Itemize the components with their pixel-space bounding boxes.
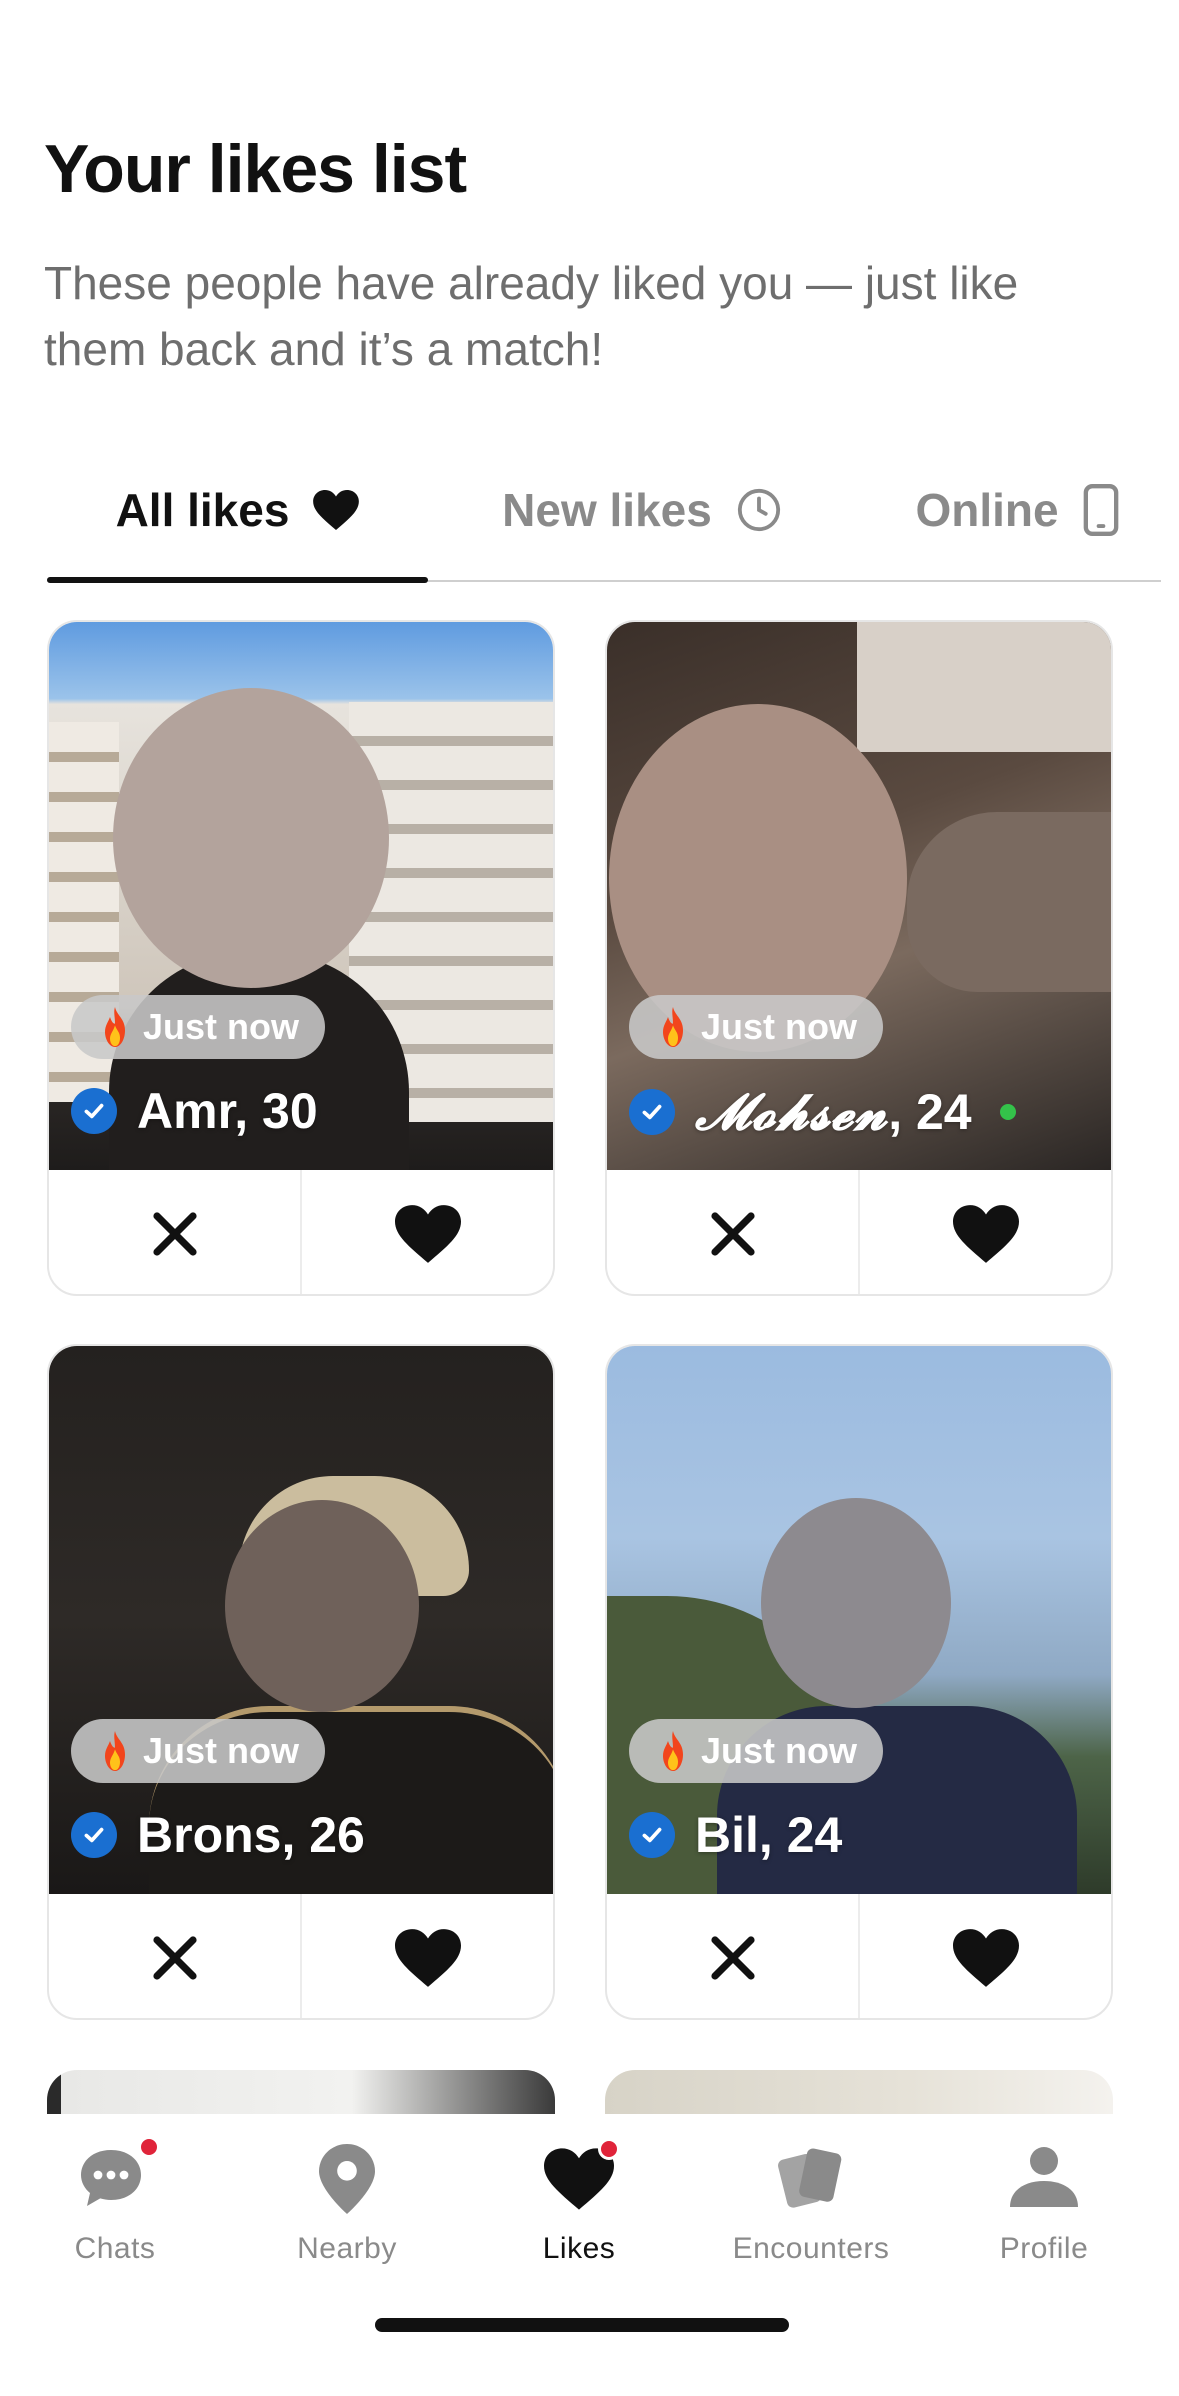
chat-bubbles-icon	[70, 2134, 160, 2224]
like-back-button[interactable]	[300, 1894, 553, 2018]
just-now-badge: Just now	[71, 995, 326, 1059]
bottom-nav: Chats Nearby Likes Encounters Profile	[0, 2114, 1179, 2396]
profile-name-row: Bil, 24	[629, 1806, 842, 1864]
tab-online-label: Online	[915, 484, 1059, 536]
profile-card[interactable]: Just now Bil, 24	[605, 1344, 1113, 2020]
tab-new-likes[interactable]: New likes	[457, 440, 827, 580]
like-back-button[interactable]	[858, 1170, 1111, 1294]
verified-check-icon	[71, 1088, 117, 1134]
pass-button[interactable]	[49, 1170, 300, 1294]
badge-label: Just now	[701, 1006, 858, 1047]
profile-photo[interactable]: Just now Brons, 26	[49, 1346, 553, 1894]
profile-age: , 26	[281, 1807, 365, 1863]
verified-check-icon	[71, 1812, 117, 1858]
pass-button[interactable]	[607, 1170, 858, 1294]
profile-name: Brons	[137, 1807, 282, 1863]
person-icon	[999, 2134, 1089, 2224]
profile-name-row: Amr, 30	[71, 1082, 318, 1140]
tab-new-likes-label: New likes	[502, 484, 712, 536]
badge-label: Just now	[143, 1730, 300, 1771]
nav-label: Chats	[74, 2232, 156, 2265]
pass-button[interactable]	[607, 1894, 858, 2018]
like-back-button[interactable]	[858, 1894, 1111, 2018]
likes-tabs: All likes New likes Online	[47, 440, 1161, 583]
nav-label: Nearby	[297, 2232, 397, 2265]
profile-name-row: Brons, 26	[71, 1806, 365, 1864]
profile-age: , 24	[888, 1084, 972, 1140]
phone-icon	[1083, 484, 1118, 536]
nav-encounters[interactable]: Encounters	[701, 2134, 921, 2266]
heart-icon	[313, 490, 360, 530]
fire-icon	[105, 1731, 125, 1771]
notification-dot	[598, 2138, 620, 2160]
close-icon	[152, 1936, 197, 1980]
clock-icon	[737, 488, 780, 532]
profile-photo[interactable]: Just now Bil, 24	[607, 1346, 1111, 1894]
fire-icon	[663, 1007, 683, 1047]
like-back-button[interactable]	[300, 1170, 553, 1294]
nav-chats[interactable]: Chats	[5, 2134, 225, 2266]
profile-name: Amr	[137, 1083, 235, 1139]
location-pin-icon	[302, 2134, 392, 2224]
nav-likes[interactable]: Likes	[469, 2134, 689, 2266]
profile-name: Bil	[695, 1807, 759, 1863]
page-title: Your likes list	[44, 131, 467, 207]
heart-icon	[952, 1205, 1019, 1263]
tab-online[interactable]: Online	[867, 440, 1167, 580]
profile-card[interactable]: Just now Brons, 26	[47, 1344, 555, 2020]
fire-icon	[663, 1731, 683, 1771]
page-subtitle: These people have already liked you — ju…	[44, 257, 1019, 375]
badge-label: Just now	[701, 1730, 858, 1771]
verified-check-icon	[629, 1089, 675, 1135]
heart-icon	[952, 1929, 1019, 1987]
verified-check-icon	[629, 1812, 675, 1858]
nav-label: Likes	[542, 2232, 616, 2265]
online-indicator	[999, 1104, 1016, 1120]
tab-all-likes-label: All likes	[115, 484, 290, 536]
nav-nearby[interactable]: Nearby	[237, 2134, 457, 2266]
profile-photo[interactable]: Just now 𝓜𝓸𝓱𝓼𝓮𝓷, 24	[607, 622, 1111, 1170]
heart-icon	[534, 2134, 624, 2224]
close-icon	[710, 1936, 755, 1980]
just-now-badge: Just now	[71, 1719, 326, 1783]
heart-icon	[394, 1205, 461, 1263]
profile-card[interactable]: Just now 𝓜𝓸𝓱𝓼𝓮𝓷, 24	[605, 620, 1113, 1296]
notification-dot	[138, 2136, 160, 2158]
profile-name-row: 𝓜𝓸𝓱𝓼𝓮𝓷, 24	[629, 1082, 1016, 1142]
blurred-face	[225, 1500, 419, 1712]
heart-icon	[394, 1929, 461, 1987]
profile-age: , 30	[234, 1083, 318, 1139]
nav-profile[interactable]: Profile	[934, 2134, 1154, 2266]
card-actions	[607, 1170, 1111, 1294]
home-indicator[interactable]	[375, 2318, 789, 2332]
blurred-face	[761, 1498, 951, 1708]
close-icon	[152, 1212, 197, 1256]
just-now-badge: Just now	[629, 995, 884, 1059]
nav-label: Profile	[999, 2232, 1089, 2265]
just-now-badge: Just now	[629, 1719, 884, 1783]
close-icon	[710, 1212, 755, 1256]
fire-icon	[105, 1007, 125, 1047]
card-actions	[49, 1894, 553, 2018]
tab-all-likes[interactable]: All likes	[47, 440, 428, 580]
profile-card[interactable]: Just now Amr, 30	[47, 620, 555, 1296]
active-tab-indicator	[47, 577, 428, 583]
badge-label: Just now	[143, 1006, 300, 1047]
blurred-face	[113, 688, 389, 988]
card-actions	[607, 1894, 1111, 2018]
pass-button[interactable]	[49, 1894, 300, 2018]
profile-photo[interactable]: Just now Amr, 30	[49, 622, 553, 1170]
cards-icon	[766, 2134, 856, 2224]
nav-label: Encounters	[732, 2232, 890, 2265]
profile-age: , 24	[758, 1807, 843, 1863]
card-actions	[49, 1170, 553, 1294]
profile-name: 𝓜𝓸𝓱𝓼𝓮𝓷	[695, 1082, 889, 1141]
